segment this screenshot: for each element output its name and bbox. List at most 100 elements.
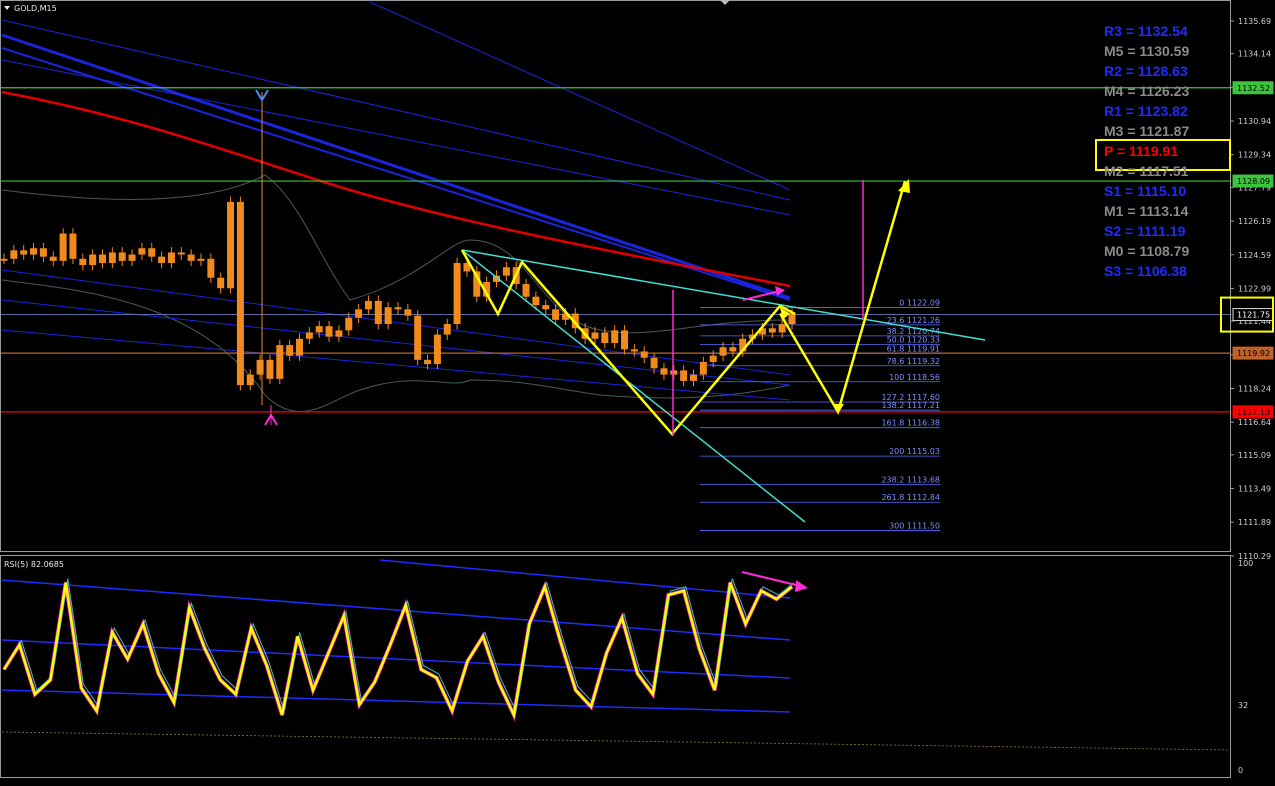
candle-body [177,252,185,255]
candle-body [325,326,333,337]
pivot-level-label: M1 = 1113.14 [1104,203,1189,219]
pivot-level-label: S3 = 1106.38 [1104,263,1187,279]
candle-body [778,324,786,333]
fib-label: 78.6 1119.32 [887,357,940,366]
rsi-label: RSI(5) 82.0685 [4,560,64,569]
fib-label: 200 1115.03 [889,447,940,456]
candle-body [690,374,697,381]
candle-body [148,248,156,257]
candle-body [158,256,166,263]
y-tick-label: 1135.69 [1238,17,1271,26]
y-tick-label: 1122.99 [1238,284,1271,293]
pivot-level-label: M3 = 1121.87 [1104,123,1189,139]
candle-body [630,349,638,352]
y-tick-label: 1115.09 [1238,451,1271,460]
candle-body [542,305,550,310]
candle-body [404,309,412,316]
price-badge-label: 1117.13 [1237,408,1270,417]
candle-body [443,324,451,335]
candle-body [227,201,235,289]
rsi-tick-label: 0 [1238,766,1243,775]
rsi-tick-label: 32 [1238,701,1248,710]
candle-body [729,347,737,352]
pivot-level-label: M5 = 1130.59 [1104,43,1189,59]
candle-body [621,330,629,350]
fib-label: 300 1111.50 [889,521,940,530]
candle-body [384,307,392,325]
candle-body [601,332,609,344]
price-chart[interactable]: 0 1122.0923.6 1121.2638.2 1120.7450.0 11… [0,0,1275,782]
price-badge-label: 1119.92 [1237,349,1270,358]
candle-body [118,252,126,261]
y-tick-label: 1126.19 [1238,217,1271,226]
candle-body [69,233,77,259]
fib-label: 100 1118.56 [889,373,940,382]
candle-body [394,307,402,310]
fib-label: 261.8 1112.84 [881,493,940,502]
candle-body [522,284,530,297]
candle-body [650,357,658,369]
y-tick-label: 1116.64 [1238,418,1271,427]
candle-body [10,250,18,259]
symbol-label: GOLD,M15 [14,4,57,13]
candle-body [611,330,619,344]
pivot-level-label: M2 = 1117.51 [1104,163,1189,179]
pivot-level-label: R1 = 1123.82 [1104,103,1188,119]
fib-label: 138.2 1117.21 [881,401,940,410]
candle-body [453,262,461,325]
candle-body [552,309,560,320]
candle-body [374,300,382,325]
candle-body [305,332,313,339]
candle-body [433,334,441,365]
candle-body [315,326,323,333]
price-badge-label: 1121.75 [1237,311,1270,320]
candle-body [99,254,106,263]
pivot-level-label: R3 = 1132.54 [1104,23,1188,39]
candle-body [591,332,599,339]
candle-body [256,359,264,375]
candle-body [108,252,116,263]
rsi-tick-label: 100 [1238,559,1253,568]
y-tick-label: 1124.59 [1238,251,1271,260]
candle-body [197,258,205,261]
candle-body [364,300,372,310]
candle-body [246,374,254,386]
fib-label: 23.6 1121.26 [887,316,940,325]
pivot-level-label: M0 = 1108.79 [1104,243,1189,259]
candle-body [30,248,38,255]
pivot-level-label: M4 = 1126.23 [1104,83,1189,99]
chart-window: 0 1122.09 23.6 1121.26 38.2 1120.74 50.0 11… [0,0,1275,782]
pivot-level-label: S2 = 1111.19 [1104,223,1186,239]
candle-body [167,252,175,263]
candle-body [286,345,294,356]
candle-body [680,370,688,381]
candle-body [719,347,727,356]
fib-label: 161.8 1116.38 [881,419,940,428]
y-tick-label: 1130.94 [1238,117,1271,126]
y-tick-label: 1111.89 [1238,518,1271,527]
y-tick-label: 1134.14 [1238,50,1271,59]
pivot-level-label: S1 = 1115.10 [1104,183,1186,199]
candle-body [660,368,668,375]
candle-body [424,359,432,365]
y-tick-label: 1113.49 [1238,485,1271,494]
candle-body [355,309,363,318]
candle-body [335,330,343,337]
candle-body [20,250,28,255]
candle-body [236,201,244,386]
candle-body [296,338,303,356]
pivot-level-label: P = 1119.91 [1104,143,1178,159]
candle-body [266,359,274,379]
candle-body [502,267,510,276]
candle-body [138,248,146,255]
candle-body [670,370,678,375]
candle-body [59,233,67,261]
price-badge-label: 1132.52 [1237,84,1270,93]
fib-label: 61.8 1119.91 [887,344,940,353]
candle-body [788,313,796,325]
fib-label: 0 1122.09 [899,298,940,307]
candle-body [128,254,136,261]
candle-body [345,317,353,331]
candle-body [187,254,195,261]
candle-body [89,254,97,266]
